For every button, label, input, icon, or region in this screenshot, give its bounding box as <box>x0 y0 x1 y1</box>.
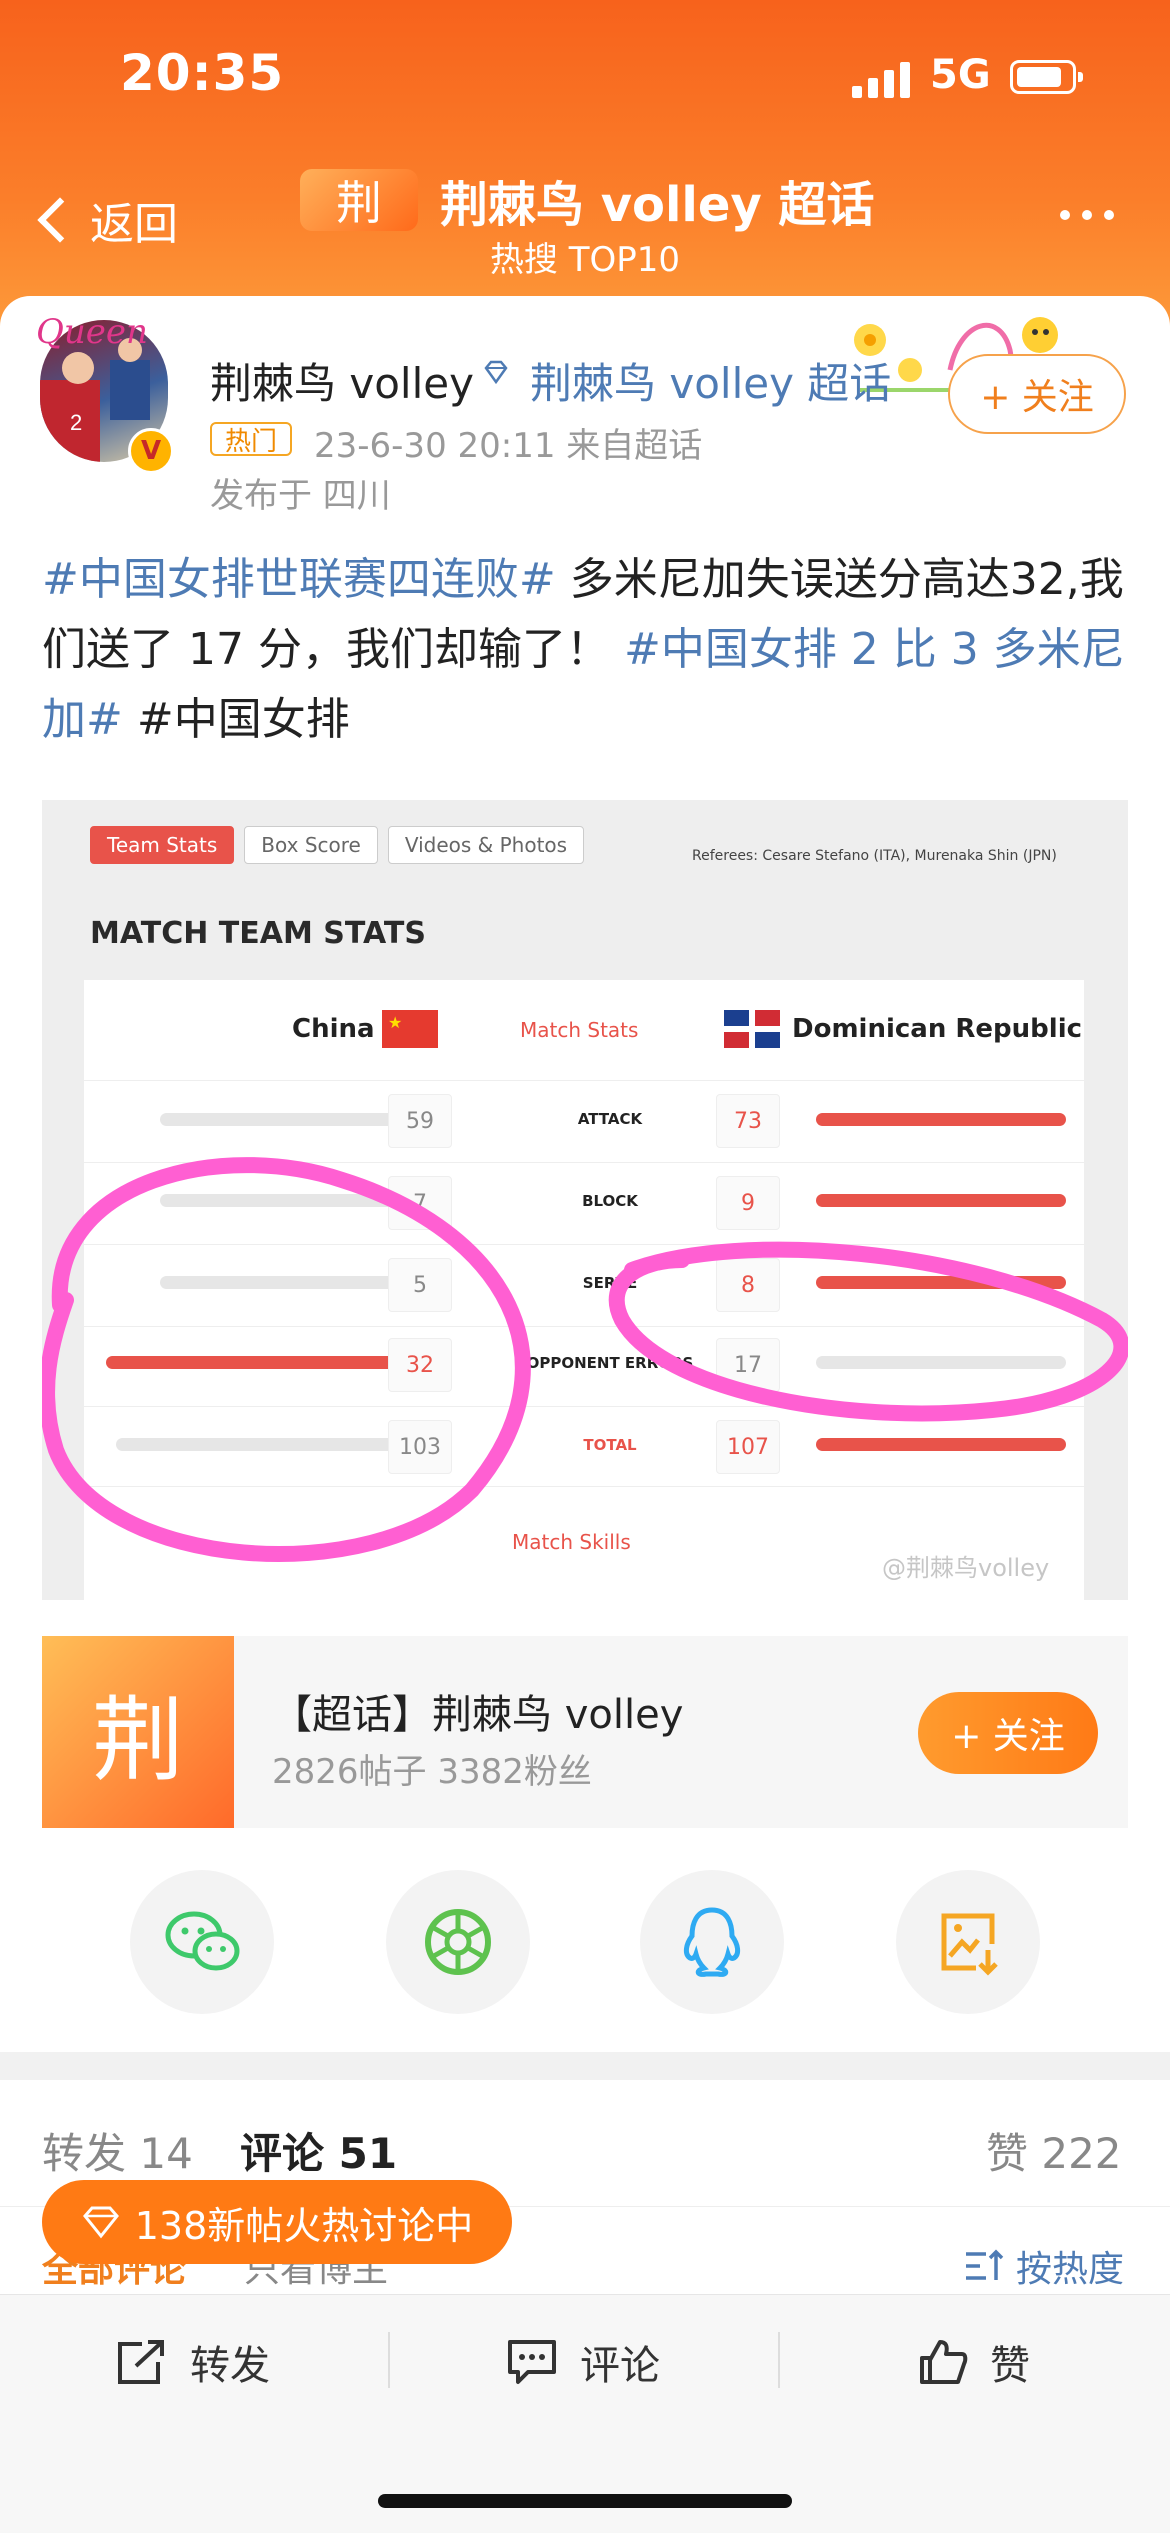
super-topic-stats: 2826帖子 3382粉丝 <box>272 1752 592 1792</box>
tab-comments[interactable]: 评论 51 <box>240 2120 397 2181</box>
hashtag-link[interactable]: #中国女排世联赛四连败# <box>42 554 556 605</box>
save-image-icon <box>941 1913 998 1976</box>
comment-label: 评论 <box>580 2343 660 2389</box>
super-topic-follow-button[interactable]: + 关注 <box>918 1692 1098 1774</box>
share-wechat-button[interactable] <box>130 1870 274 2014</box>
title-text: 荆棘鸟 volley 超话 <box>440 177 875 233</box>
hot-banner-text: 138新帖火热讨论中 <box>134 2203 474 2248</box>
battery-icon <box>1010 60 1083 94</box>
comment-button[interactable]: 评论 <box>506 2330 660 2394</box>
signal-icon <box>852 62 914 98</box>
hot-discussion-banner[interactable]: 138新帖火热讨论中 <box>42 2180 512 2264</box>
share-qq-button[interactable] <box>640 1870 784 2014</box>
repost-label: 转发 <box>190 2343 270 2389</box>
hot-badge: 热门 <box>210 422 292 457</box>
post-location: 发布于 四川 <box>210 476 391 516</box>
share-arrow-icon <box>118 2340 164 2384</box>
super-topic-link[interactable]: 荆棘鸟 volley 超话 <box>530 350 891 411</box>
verified-badge-icon: V <box>128 428 174 474</box>
avatar-label: Queen <box>36 312 148 352</box>
wechat-icon <box>165 1911 240 1971</box>
username[interactable]: 荆棘鸟 volley <box>210 350 474 411</box>
share-moments-button[interactable] <box>386 1870 530 2014</box>
like-label: 赞 <box>990 2343 1030 2389</box>
post-image[interactable]: Team Stats Box Score Videos & Photos Ref… <box>42 800 1128 1600</box>
chevron-left-icon <box>37 197 83 243</box>
post-meta: 23-6-30 20:11 来自超话 <box>314 426 703 466</box>
sort-button[interactable]: 按热度 <box>964 2240 1124 2292</box>
divider <box>778 2332 780 2388</box>
repost-button[interactable]: 转发 <box>116 2330 270 2394</box>
post-tail: #中国女排 <box>122 694 350 745</box>
follow-button[interactable]: + 关注 <box>948 354 1126 434</box>
qq-icon <box>683 1907 741 1977</box>
topic-logo-icon: 荆 <box>300 169 418 231</box>
super-topic-logo: 荆 <box>42 1636 234 1828</box>
moments-icon <box>425 1909 491 1975</box>
post-text: #中国女排世联赛四连败# 多米尼加失误送分高达32,我们送了 17 分，我们却输… <box>42 545 1132 755</box>
sort-label: 按热度 <box>1016 2249 1125 2290</box>
page-subtitle: 热搜 TOP10 <box>489 240 681 280</box>
section-separator <box>0 2052 1170 2080</box>
highlight-circles <box>42 1157 1128 1562</box>
page-title[interactable]: 荆 荆棘鸟 volley 超话 <box>300 160 880 240</box>
comment-icon <box>508 2340 556 2384</box>
back-label: 返回 <box>90 199 178 250</box>
tab-likes[interactable]: 赞 222 <box>986 2120 1122 2181</box>
back-button[interactable]: 返回 <box>30 185 178 255</box>
like-button[interactable]: 赞 <box>918 2330 1030 2394</box>
status-time: 20:35 <box>120 44 285 102</box>
home-indicator[interactable] <box>378 2494 792 2508</box>
sort-icon <box>966 2249 1004 2280</box>
svg-text:2: 2 <box>70 410 82 435</box>
divider <box>388 2332 390 2388</box>
thumbs-up-icon <box>920 2340 968 2384</box>
diamond-icon <box>82 2206 119 2239</box>
save-image-button[interactable] <box>896 1870 1040 2014</box>
super-topic-name: 【超话】荆棘鸟 volley <box>272 1692 684 1738</box>
tab-reposts[interactable]: 转发 14 <box>42 2120 193 2181</box>
diamond-icon <box>484 360 508 385</box>
network-label: 5G <box>930 52 991 98</box>
more-menu-icon[interactable] <box>1060 210 1114 220</box>
